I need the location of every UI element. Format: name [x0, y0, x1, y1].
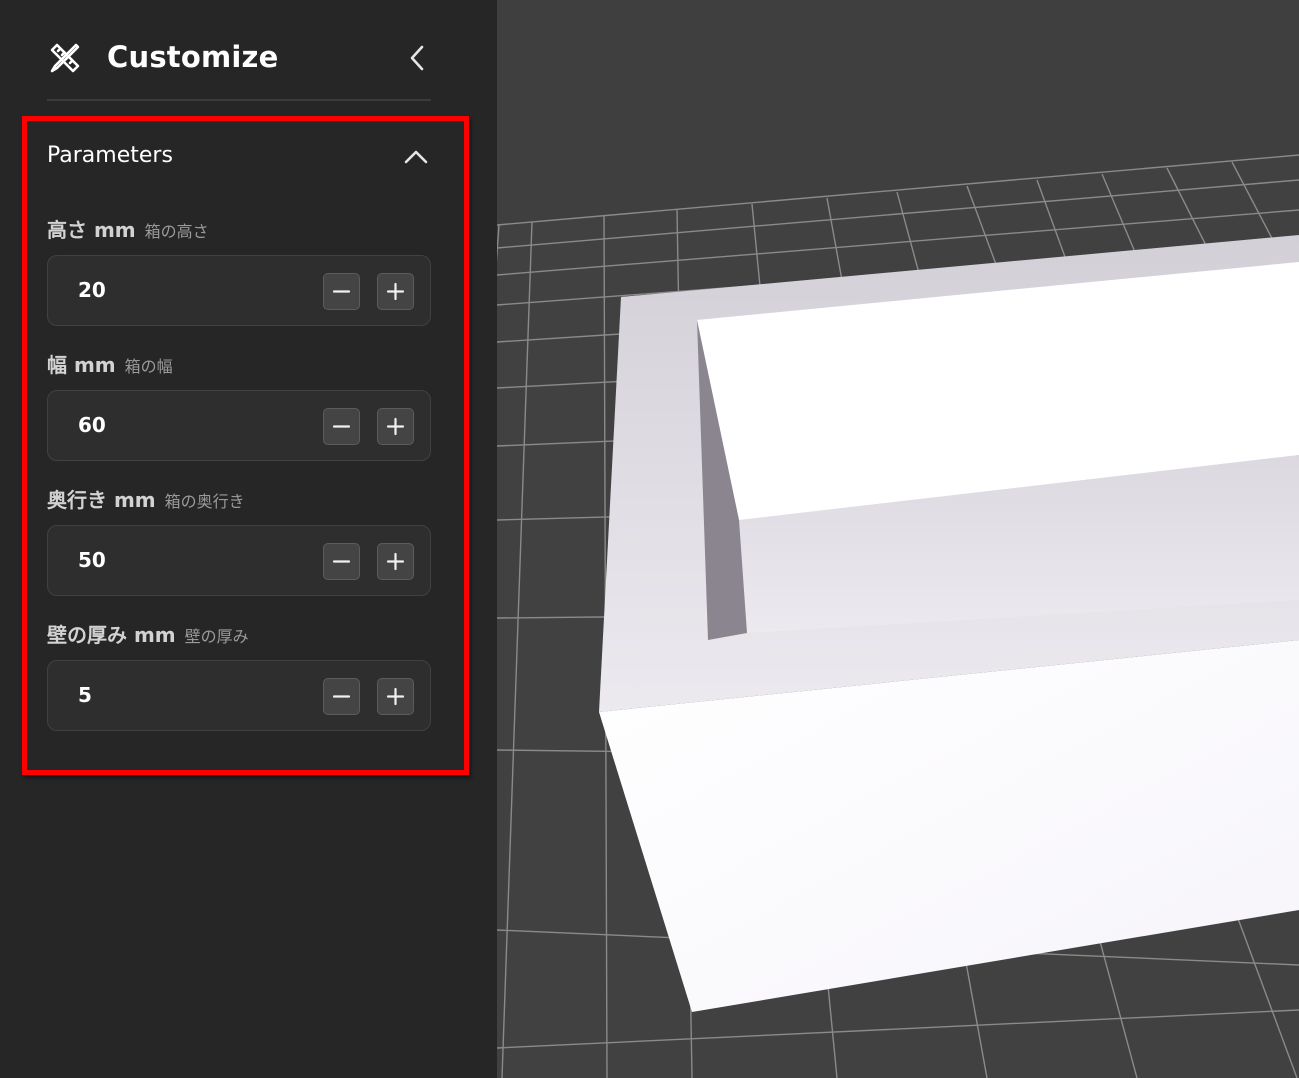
plus-icon	[386, 282, 405, 301]
param-label: 壁の厚み mm 壁の厚み	[47, 619, 249, 648]
plus-icon	[386, 687, 405, 706]
plus-icon	[386, 417, 405, 436]
param-description: 箱の奥行き	[164, 492, 245, 511]
param-description: 箱の高さ	[144, 222, 209, 241]
decrement-button[interactable]	[323, 273, 360, 310]
chevron-left-icon[interactable]	[403, 43, 433, 73]
height-input[interactable]	[78, 278, 278, 302]
param-stepper	[47, 660, 431, 731]
decrement-button[interactable]	[323, 408, 360, 445]
param-name: 高さ mm	[47, 218, 136, 242]
wall-thickness-input[interactable]	[78, 683, 278, 707]
box-model[interactable]	[599, 235, 1299, 1012]
customize-sidebar: Customize Parameters 高さ mm 箱の高さ 幅 mm 箱の幅	[0, 0, 497, 1078]
minus-icon	[332, 560, 351, 563]
3d-viewport[interactable]	[497, 0, 1299, 1078]
increment-button[interactable]	[377, 543, 414, 580]
increment-button[interactable]	[377, 273, 414, 310]
width-input[interactable]	[78, 413, 278, 437]
param-label: 高さ mm 箱の高さ	[47, 214, 209, 243]
increment-button[interactable]	[377, 408, 414, 445]
sidebar-header: Customize	[47, 27, 431, 101]
param-description: 箱の幅	[124, 357, 173, 376]
depth-input[interactable]	[78, 548, 278, 572]
param-name: 壁の厚み mm	[47, 623, 176, 647]
param-description: 壁の厚み	[184, 627, 249, 646]
plus-icon	[386, 552, 405, 571]
decrement-button[interactable]	[323, 678, 360, 715]
3d-scene[interactable]	[497, 0, 1299, 1078]
param-stepper	[47, 525, 431, 596]
param-stepper	[47, 390, 431, 461]
param-name: 奥行き mm	[47, 488, 156, 512]
page-title: Customize	[107, 40, 279, 74]
chevron-up-icon[interactable]	[401, 144, 431, 170]
minus-icon	[332, 695, 351, 698]
increment-button[interactable]	[377, 678, 414, 715]
minus-icon	[332, 425, 351, 428]
ruler-pencil-icon	[50, 43, 80, 73]
param-label: 奥行き mm 箱の奥行き	[47, 484, 245, 513]
parameters-section-title: Parameters	[47, 143, 173, 168]
parameters-section-header[interactable]: Parameters	[47, 140, 431, 176]
param-stepper	[47, 255, 431, 326]
minus-icon	[332, 290, 351, 293]
param-label: 幅 mm 箱の幅	[47, 349, 173, 378]
decrement-button[interactable]	[323, 543, 360, 580]
param-name: 幅 mm	[47, 353, 116, 377]
